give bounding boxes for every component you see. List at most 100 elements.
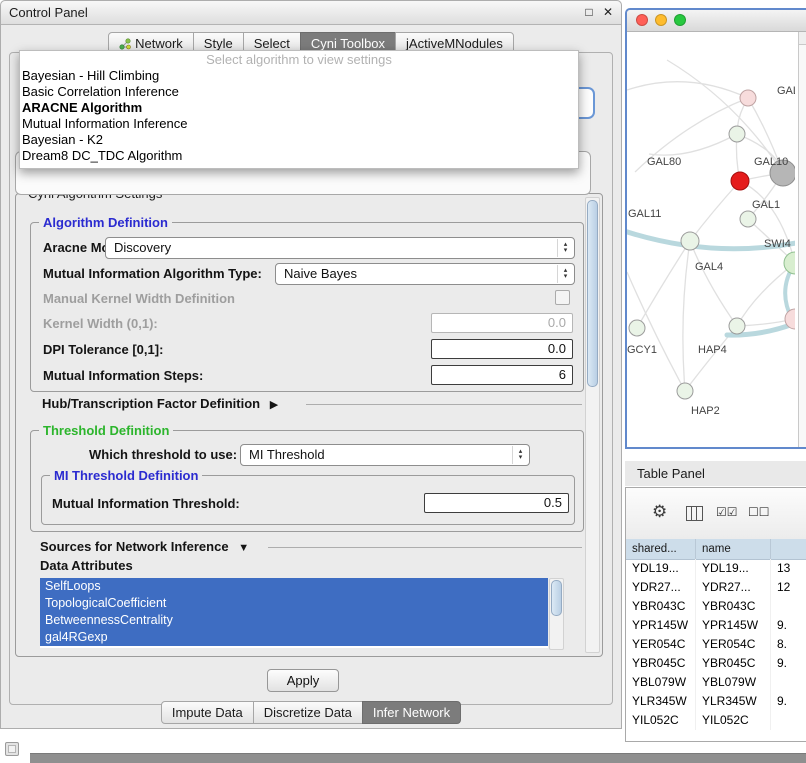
network-node-red[interactable] [731, 172, 749, 190]
columns-icon[interactable] [686, 506, 703, 521]
settings-gear-icon[interactable]: ⚙ [652, 502, 667, 522]
hub-definition-label: Hub/Transcription Factor Definition [42, 396, 260, 411]
network-vertical-scrollbar[interactable] [798, 32, 806, 447]
which-threshold-combobox[interactable]: MI Threshold ▴▾ [240, 444, 530, 466]
network-node-green[interactable] [629, 320, 645, 336]
minimize-window-icon[interactable] [655, 14, 667, 26]
mi-threshold-definition-group: MI Threshold Definition Mutual Informati… [41, 475, 575, 525]
table-cell: YDR27... [696, 578, 771, 597]
float-window-icon[interactable]: □ [585, 5, 592, 19]
algorithm-dropdown-popup: Select algorithm to view settings Bayesi… [19, 50, 579, 169]
network-node-green[interactable] [729, 318, 745, 334]
algorithm-option-bayesian-hill-climbing[interactable]: Bayesian - Hill Climbing [20, 68, 578, 84]
algorithm-definition-title: Algorithm Definition [39, 215, 172, 230]
algorithm-definition-group: Algorithm Definition Aracne Mode: Discov… [30, 222, 584, 392]
mi-threshold-group-title: MI Threshold Definition [50, 468, 202, 483]
network-node-green[interactable] [677, 383, 693, 399]
algorithm-option-bayesian-k2[interactable]: Bayesian - K2 [20, 132, 578, 148]
which-threshold-value: MI Threshold [249, 445, 325, 465]
dpi-tolerance-field[interactable]: 0.0 [431, 339, 573, 359]
column-header-shared[interactable]: shared... [626, 539, 696, 559]
tab-label: Discretize Data [264, 705, 352, 720]
attribute-item-gal4rgexp[interactable]: gal4RGexp [40, 629, 548, 646]
mi-algorithm-type-combobox[interactable]: Naive Bayes ▴▾ [275, 263, 575, 285]
settings-scrollbar-track[interactable] [585, 197, 600, 653]
node-label-gal: GAL [777, 85, 795, 97]
close-panel-icon[interactable]: ✕ [603, 5, 613, 19]
tab-impute-data[interactable]: Impute Data [161, 701, 254, 724]
sources-section-border-line [268, 547, 582, 548]
minimized-panel-icon[interactable] [5, 742, 19, 756]
node-label-gal80: GAL80 [647, 156, 681, 168]
column-header-name[interactable]: name [696, 539, 771, 559]
table-cell: YBR043C [626, 597, 696, 616]
manual-kernel-width-checkbox[interactable] [555, 290, 570, 305]
table-row[interactable]: YBR045CYBR045C9. [626, 654, 806, 673]
network-edge[interactable] [649, 134, 737, 155]
network-node-green[interactable] [729, 126, 745, 142]
algorithm-option-mutual-information-inference[interactable]: Mutual Information Inference [20, 116, 578, 132]
table-cell: YLR345W [696, 692, 771, 711]
table-cell: YBR045C [626, 654, 696, 673]
table-row[interactable]: YBL079WYBL079W [626, 673, 806, 692]
table-row[interactable]: YBR043CYBR043C [626, 597, 806, 616]
expanded-arrow-icon[interactable]: ▼ [238, 542, 249, 554]
table-row[interactable]: YER054CYER054C8. [626, 635, 806, 654]
settings-scrollbar-thumb[interactable] [587, 200, 598, 387]
table-row[interactable]: YLR345WYLR345W9. [626, 692, 806, 711]
mi-steps-field[interactable]: 6 [431, 365, 573, 385]
attribute-item-topologicalcoefficient[interactable]: TopologicalCoefficient [40, 595, 548, 612]
mi-threshold-field[interactable]: 0.5 [424, 493, 569, 513]
tab-label: Network [135, 36, 183, 51]
network-edge[interactable] [690, 181, 740, 241]
network-edge[interactable] [637, 241, 690, 328]
table-cell: 9. [771, 654, 806, 673]
network-edge[interactable] [690, 241, 737, 326]
threshold-definition-group: Threshold Definition Which threshold to … [30, 430, 584, 532]
zoom-window-icon[interactable] [674, 14, 686, 26]
data-attributes-label: Data Attributes [40, 558, 133, 573]
table-cell: YDL19... [696, 559, 771, 578]
checked-boxes-icon[interactable]: ☑☑ [716, 505, 738, 519]
attributes-scrollbar-track[interactable] [549, 578, 564, 650]
tab-discretize-data[interactable]: Discretize Data [253, 701, 363, 724]
hub-definition-section[interactable]: Hub/Transcription Factor Definition ▶ [42, 396, 278, 411]
table-row[interactable]: YPR145WYPR145W9. [626, 616, 806, 635]
attributes-scrollbar-thumb[interactable] [551, 580, 562, 616]
apply-button[interactable]: Apply [267, 669, 339, 692]
network-edge[interactable] [627, 82, 748, 98]
aracne-mode-combobox[interactable]: Discovery ▴▾ [105, 237, 575, 259]
unchecked-boxes-icon[interactable]: ☐☐ [748, 505, 770, 519]
control-panel-window: Control Panel □ ✕ NetworkStyleSelectCyni… [0, 0, 622, 729]
table-cell: 12 [771, 578, 806, 597]
combo-arrows-icon: ▴▾ [512, 446, 528, 464]
mi-algorithm-type-value: Naive Bayes [284, 264, 357, 284]
table-cell: YPR145W [696, 616, 771, 635]
algorithm-option-dream8-dc-tdc-algorithm[interactable]: Dream8 DC_TDC Algorithm [20, 148, 578, 164]
attribute-item-betweennesscentrality[interactable]: BetweennessCentrality [40, 612, 548, 629]
sources-section[interactable]: Sources for Network Inference ▼ [40, 539, 249, 554]
table-row[interactable]: YDL19...YDL19...13 [626, 559, 806, 578]
table-cell: YIL052C [626, 711, 696, 730]
node-label-gal1: GAL1 [752, 199, 780, 211]
table-row[interactable]: YIL052CYIL052C [626, 711, 806, 730]
column-header-extra[interactable] [771, 539, 806, 559]
tab-infer-network[interactable]: Infer Network [362, 701, 461, 724]
network-node-green[interactable] [681, 232, 699, 250]
close-window-icon[interactable] [636, 14, 648, 26]
network-canvas[interactable]: GALGAL80GAL10GAL11GAL1SWI4GAL4GCY1HAP4HA… [627, 32, 806, 447]
kernel-width-field[interactable]: 0.0 [431, 313, 573, 333]
algorithm-option-basic-correlation-inference[interactable]: Basic Correlation Inference [20, 84, 578, 100]
node-label-gal11: GAL11 [628, 208, 661, 220]
table-toolbar: ⚙ ☑☑ ☐☐ [626, 488, 806, 540]
collapsed-arrow-icon[interactable]: ▶ [270, 399, 278, 411]
network-node-pink[interactable] [740, 90, 756, 106]
attribute-item-selfloops[interactable]: SelfLoops [40, 578, 548, 595]
network-graph: GALGAL80GAL10GAL11GAL1SWI4GAL4GCY1HAP4HA… [627, 32, 795, 445]
network-edge[interactable] [683, 241, 690, 391]
network-node-green[interactable] [740, 211, 756, 227]
algorithm-option-aracne-algorithm[interactable]: ARACNE Algorithm [20, 100, 578, 116]
aracne-mode-value: Discovery [114, 238, 171, 258]
table-row[interactable]: YDR27...YDR27...12 [626, 578, 806, 597]
table-cell: YPR145W [626, 616, 696, 635]
